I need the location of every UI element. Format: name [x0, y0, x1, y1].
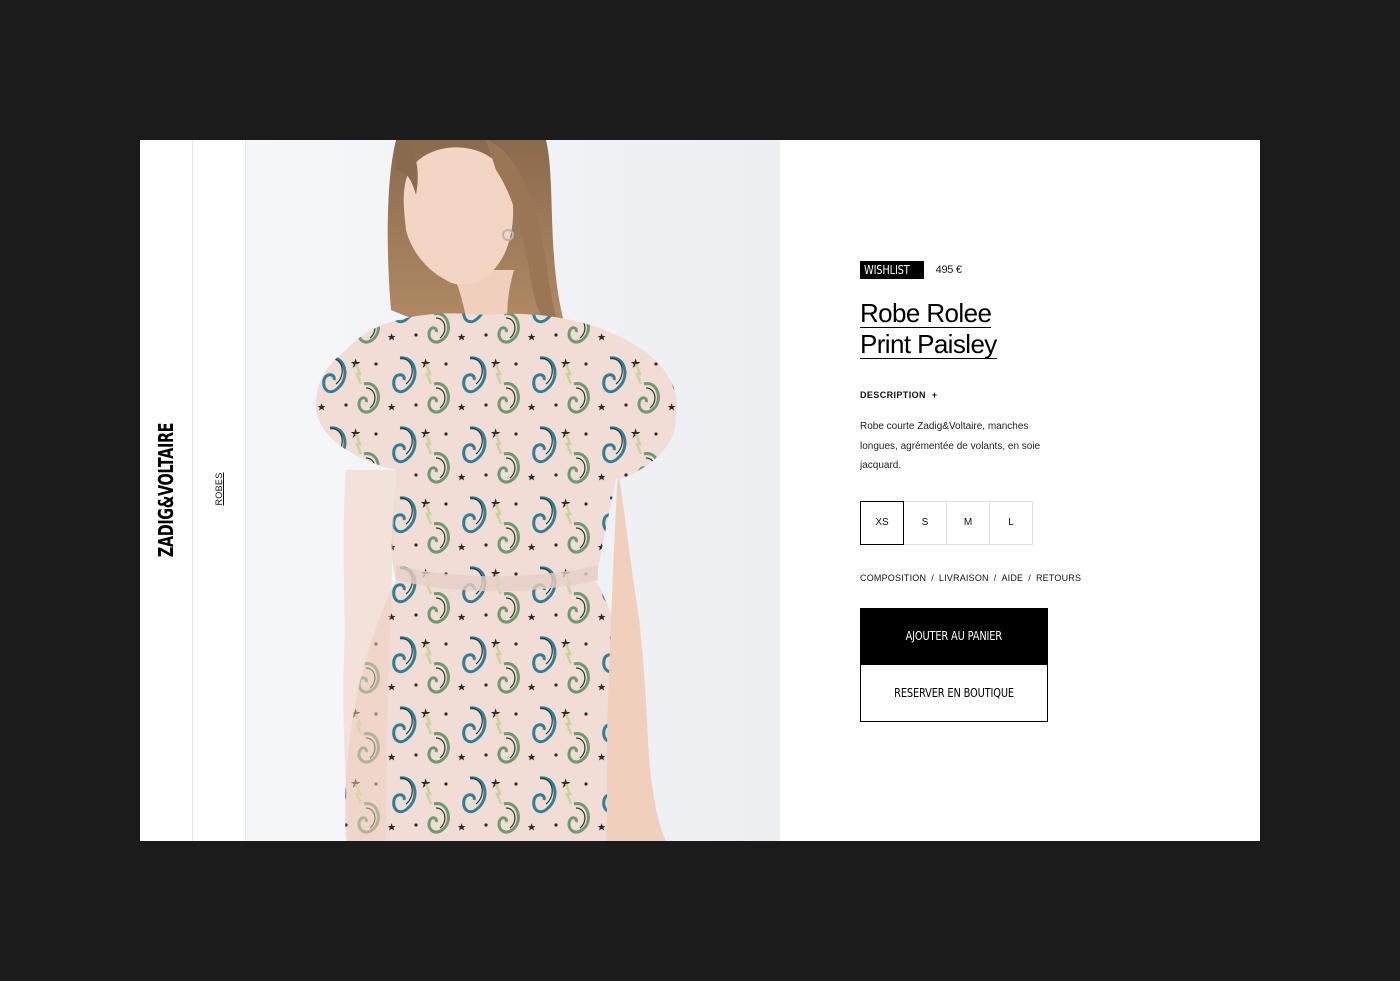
- brand-sidebar: ZADIG&VOLTAIRE: [140, 140, 193, 841]
- product-title: Robe Rolee Print Paisley: [860, 298, 1120, 360]
- description-toggle[interactable]: DESCRIPTION +: [860, 390, 938, 400]
- wishlist-button[interactable]: WISHLIST: [860, 261, 924, 279]
- product-photo-illustration: [246, 140, 780, 841]
- plus-icon: +: [931, 390, 938, 400]
- description-label: DESCRIPTION: [860, 390, 926, 400]
- product-meta-row: WISHLIST 495 €: [860, 260, 1120, 280]
- composition-link[interactable]: COMPOSITION: [860, 573, 926, 583]
- breadcrumb-category-link[interactable]: ROBES: [214, 472, 224, 505]
- add-to-cart-label: AJOUTER AU PANIER: [905, 629, 1003, 643]
- product-price: 495 €: [935, 264, 962, 276]
- info-links: COMPOSITION / LIVRAISON / AIDE / RETOURS: [860, 573, 1120, 583]
- product-page-frame: ZADIG&VOLTAIRE ROBES WISHLIST 495 € Robe…: [140, 140, 1260, 841]
- category-sidebar: ROBES: [193, 140, 246, 841]
- reserve-in-store-label: RESERVER EN BOUTIQUE: [894, 685, 1014, 700]
- reserve-in-store-button[interactable]: RESERVER EN BOUTIQUE: [860, 664, 1048, 722]
- size-option-m[interactable]: M: [946, 500, 990, 545]
- link-separator: /: [931, 572, 934, 583]
- link-separator: /: [1028, 572, 1031, 583]
- livraison-link[interactable]: LIVRAISON: [939, 573, 989, 583]
- purchase-actions: AJOUTER AU PANIER RESERVER EN BOUTIQUE: [860, 607, 1048, 722]
- product-title-line-1: Robe Rolee: [860, 298, 992, 328]
- brand-logo[interactable]: ZADIG&VOLTAIRE: [154, 397, 178, 584]
- product-info-panel: WISHLIST 495 € Robe Rolee Print Paisley …: [860, 260, 1120, 722]
- wishlist-label: WISHLIST: [864, 263, 910, 277]
- add-to-cart-button[interactable]: AJOUTER AU PANIER: [860, 607, 1048, 665]
- brand-logo-text: ZADIG&VOLTAIRE: [154, 422, 178, 558]
- retours-link[interactable]: RETOURS: [1036, 573, 1081, 583]
- aide-link[interactable]: AIDE: [1001, 573, 1023, 583]
- size-option-s[interactable]: S: [903, 500, 947, 545]
- size-selector: XS S M L: [860, 500, 1040, 545]
- link-separator: /: [993, 572, 997, 583]
- product-title-line-2: Print Paisley: [860, 329, 997, 359]
- product-photo: [246, 140, 780, 841]
- size-option-l[interactable]: L: [989, 500, 1033, 545]
- description-text: Robe courte Zadig&Voltaire, manches long…: [860, 421, 1041, 471]
- size-option-xs[interactable]: XS: [860, 500, 904, 545]
